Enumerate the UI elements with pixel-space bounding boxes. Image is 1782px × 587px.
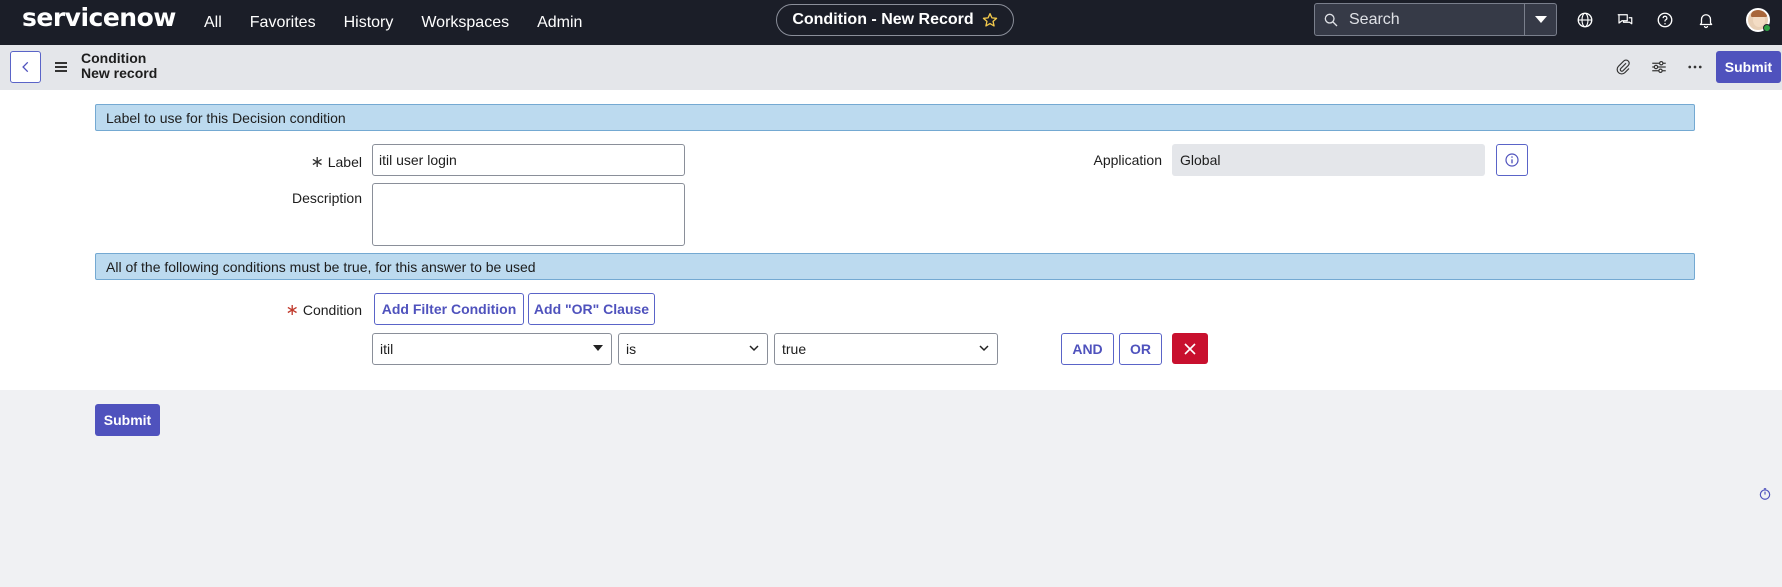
nav-admin[interactable]: Admin [537, 14, 582, 32]
close-icon [1184, 342, 1196, 355]
hamburger-menu-icon[interactable] [55, 62, 67, 74]
condition-operator-value: is [626, 341, 637, 357]
nav-all[interactable]: All [204, 14, 222, 32]
condition-field-value: itil [380, 341, 394, 357]
help-icon[interactable] [1656, 11, 1674, 29]
required-marker: ∗ [310, 154, 324, 171]
record-title-pill[interactable]: Condition - New Record [776, 4, 1014, 36]
application-info-button[interactable] [1496, 144, 1528, 176]
search-placeholder: Search [1349, 10, 1400, 28]
condition-value-select[interactable]: true [774, 333, 998, 365]
condition-field-select[interactable]: itil [372, 333, 612, 365]
chevron-down-icon [749, 345, 759, 352]
and-button[interactable]: AND [1061, 333, 1114, 365]
form-header [0, 45, 1782, 90]
delete-condition-button[interactable] [1172, 333, 1208, 364]
info-icon [1505, 153, 1519, 167]
condition-operator-select[interactable]: is [618, 333, 768, 365]
globe-icon[interactable] [1576, 11, 1594, 29]
attachment-icon[interactable] [1614, 58, 1632, 76]
search-icon [1324, 13, 1338, 26]
chevron-down-icon [979, 345, 989, 352]
condition-field-label: ∗ Condition [270, 300, 362, 320]
required-marker: ∗ [285, 302, 299, 319]
description-field-label: Description [291, 190, 362, 206]
chevron-left-icon [21, 61, 28, 73]
star-icon[interactable] [982, 12, 998, 28]
servicenow-logo[interactable]: servicenow [22, 3, 176, 32]
avatar-hair [1751, 10, 1767, 17]
back-button[interactable] [10, 51, 41, 83]
add-filter-condition-button[interactable]: Add Filter Condition [374, 293, 524, 325]
section-header-label: Label to use for this Decision condition [95, 104, 1695, 131]
chat-icon[interactable] [1616, 11, 1634, 29]
chevron-down-icon [1534, 16, 1547, 23]
bell-icon[interactable] [1697, 11, 1715, 29]
label-field-text: Label [327, 154, 362, 170]
global-search-input[interactable]: Search [1314, 3, 1525, 36]
application-readonly-field: Global [1172, 144, 1485, 176]
form-breadcrumb: Condition New record [81, 51, 157, 81]
nav-history[interactable]: History [344, 14, 394, 32]
submit-button-bottom[interactable]: Submit [95, 404, 160, 436]
section-header-conditions: All of the following conditions must be … [95, 253, 1695, 280]
timer-icon[interactable] [1758, 487, 1772, 501]
settings-sliders-icon[interactable] [1650, 58, 1668, 76]
label-field-label: ∗ Label [306, 152, 362, 172]
condition-value-value: true [782, 341, 807, 357]
form-table-name: Condition [81, 50, 147, 66]
condition-form: Label to use for this Decision condition… [0, 90, 1782, 390]
label-input[interactable] [372, 144, 685, 176]
or-button[interactable]: OR [1119, 333, 1162, 365]
submit-button-top[interactable]: Submit [1716, 51, 1781, 83]
record-title: Condition - New Record [792, 11, 974, 28]
main-nav: All Favorites History Workspaces Admin [204, 0, 610, 45]
nav-workspaces[interactable]: Workspaces [421, 14, 509, 32]
search-scope-dropdown[interactable] [1525, 3, 1557, 36]
top-navigation-bar: servicenow All Favorites History Workspa… [0, 0, 1782, 45]
add-or-clause-button[interactable]: Add "OR" Clause [528, 293, 655, 325]
form-record-state: New record [81, 65, 158, 81]
condition-field-text: Condition [302, 302, 362, 318]
caret-down-icon [593, 345, 603, 351]
more-icon[interactable] [1686, 58, 1704, 76]
description-textarea[interactable] [372, 183, 685, 246]
application-field-label: Application [1093, 152, 1163, 168]
nav-favorites[interactable]: Favorites [250, 14, 316, 32]
presence-status-dot [1763, 24, 1771, 32]
